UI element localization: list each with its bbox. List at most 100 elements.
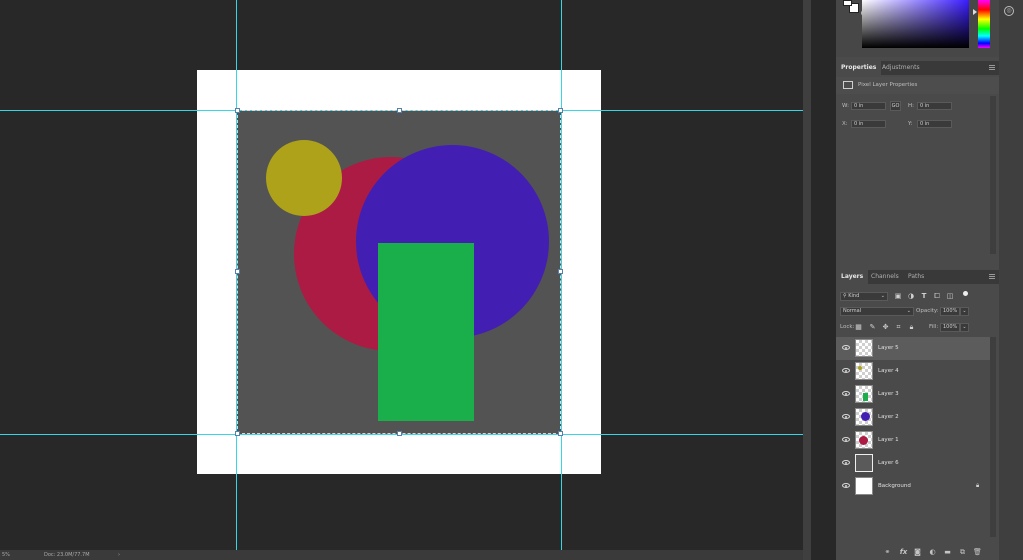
opacity-field[interactable]: 100% bbox=[940, 307, 960, 316]
layers-tabbar: Layers Channels Paths bbox=[836, 270, 999, 284]
layer-thumbnail bbox=[855, 431, 873, 449]
filter-shape-icon[interactable]: ⧠ bbox=[933, 292, 941, 300]
filter-kind-label: Kind bbox=[848, 293, 860, 299]
new-layer-icon[interactable]: ⧉ bbox=[958, 548, 967, 556]
fill-dropdown-button[interactable]: ⌄ bbox=[960, 323, 969, 332]
properties-menu-icon[interactable] bbox=[989, 65, 995, 70]
hue-slider[interactable] bbox=[978, 0, 990, 48]
handle-bottom-right[interactable] bbox=[558, 431, 563, 436]
tab-adjustments[interactable]: Adjustments bbox=[877, 61, 925, 75]
thumb-crimson-circle bbox=[859, 436, 868, 445]
layer-filter-kind[interactable]: ⚲ Kind ⌄ bbox=[840, 292, 888, 301]
filter-pixel-icon[interactable]: ▣ bbox=[894, 292, 902, 300]
x-label: X: bbox=[842, 121, 848, 127]
layers-scrollbar[interactable] bbox=[990, 337, 996, 537]
layer-thumbnail bbox=[855, 385, 873, 403]
libraries-icon[interactable]: ◎ bbox=[1004, 6, 1014, 16]
height-field[interactable]: 0 in bbox=[917, 102, 952, 110]
adjustment-icon[interactable]: ◐ bbox=[928, 548, 937, 556]
properties-scrollbar[interactable] bbox=[990, 96, 996, 254]
tab-paths[interactable]: Paths bbox=[903, 270, 929, 284]
filter-smart-object-icon[interactable]: ◫ bbox=[946, 292, 954, 300]
document-canvas-area[interactable] bbox=[0, 0, 803, 550]
layer-row-layer-5[interactable]: Layer 5 bbox=[836, 337, 990, 360]
search-icon: ⚲ bbox=[843, 293, 847, 299]
w-label: W: bbox=[842, 103, 849, 109]
trash-icon[interactable]: 🗑︎ bbox=[973, 548, 982, 556]
folder-icon[interactable]: ▬ bbox=[943, 548, 952, 556]
visibility-eye-icon[interactable] bbox=[842, 345, 850, 350]
visibility-eye-icon[interactable] bbox=[842, 414, 850, 419]
filter-toggle-icon[interactable] bbox=[963, 291, 968, 296]
lock-position-icon[interactable]: ✥ bbox=[882, 323, 889, 331]
filter-type-icon[interactable]: T bbox=[920, 292, 928, 300]
layer-row-layer-6[interactable]: Layer 6 bbox=[836, 452, 990, 475]
status-arrow-button[interactable]: › bbox=[118, 550, 120, 560]
layer-row-layer-2[interactable]: Layer 2 bbox=[836, 406, 990, 429]
fill-field[interactable]: 100% bbox=[940, 323, 960, 332]
width-field[interactable]: 0 in bbox=[851, 102, 886, 110]
layer-row-layer-1[interactable]: Layer 1 bbox=[836, 429, 990, 452]
tab-layers[interactable]: Layers bbox=[836, 270, 869, 284]
handle-middle-left[interactable] bbox=[235, 269, 240, 274]
color-field[interactable] bbox=[862, 0, 969, 48]
thumb-purple-circle bbox=[861, 412, 870, 421]
layer-row-layer-3[interactable]: Layer 3 bbox=[836, 383, 990, 406]
y-field[interactable]: 0 in bbox=[917, 120, 952, 128]
background-lock-icon[interactable]: 🔒︎ bbox=[976, 483, 982, 489]
handle-top-left[interactable] bbox=[235, 108, 240, 113]
foreground-color-swatch[interactable] bbox=[843, 0, 852, 6]
layer-name[interactable]: Layer 5 bbox=[878, 337, 899, 360]
layer-name[interactable]: Background bbox=[878, 475, 911, 498]
fill-label: Fill: bbox=[929, 324, 939, 330]
link-icon[interactable]: ⚭ bbox=[883, 548, 892, 556]
layer-row-layer-4[interactable]: Layer 4 bbox=[836, 360, 990, 383]
tab-channels[interactable]: Channels bbox=[866, 270, 904, 284]
visibility-eye-icon[interactable] bbox=[842, 483, 850, 488]
lock-all-icon[interactable]: 🔒︎ bbox=[908, 323, 915, 331]
panel-dock-edge bbox=[803, 0, 811, 560]
lock-transparency-icon[interactable]: ▦ bbox=[855, 323, 862, 331]
h-label: H: bbox=[908, 103, 914, 109]
tab-properties[interactable]: Properties bbox=[836, 61, 882, 75]
visibility-eye-icon[interactable] bbox=[842, 460, 850, 465]
visibility-eye-icon[interactable] bbox=[842, 368, 850, 373]
hue-slider-arrow-icon[interactable] bbox=[973, 9, 977, 15]
visibility-eye-icon[interactable] bbox=[842, 391, 850, 396]
blend-mode-value: Normal bbox=[843, 308, 862, 314]
handle-bottom-center[interactable] bbox=[397, 431, 402, 436]
layer-row-background[interactable]: Background 🔒︎ bbox=[836, 475, 990, 498]
blend-mode-select[interactable]: Normal ⌄ bbox=[840, 307, 914, 316]
visibility-eye-icon[interactable] bbox=[842, 437, 850, 442]
layers-menu-icon[interactable] bbox=[989, 274, 995, 279]
mask-icon[interactable]: ◙ bbox=[913, 548, 922, 556]
handle-middle-right[interactable] bbox=[558, 269, 563, 274]
lock-artboard-icon[interactable]: ⌗ bbox=[895, 323, 902, 331]
layer-thumbnail bbox=[855, 362, 873, 380]
doc-size: Doc: 23.0M/77.7M bbox=[44, 552, 90, 558]
layer-thumbnail bbox=[855, 477, 873, 495]
thumb-green-rect bbox=[863, 393, 868, 401]
lock-image-pixels-icon[interactable]: ✎ bbox=[869, 323, 876, 331]
layer-thumbnail bbox=[855, 339, 873, 357]
guide-vertical-right bbox=[561, 0, 562, 550]
opacity-dropdown-button[interactable]: ⌄ bbox=[960, 307, 969, 316]
pixel-layer-icon bbox=[843, 81, 853, 89]
handle-top-right[interactable] bbox=[558, 108, 563, 113]
x-field[interactable]: 0 in bbox=[851, 120, 886, 128]
layer-name[interactable]: Layer 1 bbox=[878, 429, 899, 452]
handle-top-center[interactable] bbox=[397, 108, 402, 113]
fx-icon[interactable]: fx bbox=[899, 548, 908, 556]
y-label: Y: bbox=[908, 121, 913, 127]
layer-name[interactable]: Layer 2 bbox=[878, 406, 899, 429]
handle-bottom-left[interactable] bbox=[235, 431, 240, 436]
opacity-label: Opacity: bbox=[916, 308, 939, 314]
link-dimensions-button[interactable]: GO bbox=[890, 101, 901, 111]
zoom-level[interactable]: 5% bbox=[2, 550, 10, 560]
layer-name[interactable]: Layer 3 bbox=[878, 383, 899, 406]
filter-adjustment-icon[interactable]: ◑ bbox=[907, 292, 915, 300]
layer-name[interactable]: Layer 6 bbox=[878, 452, 899, 475]
transform-selection[interactable] bbox=[237, 110, 561, 434]
thumb-olive-dot bbox=[858, 366, 862, 370]
layer-name[interactable]: Layer 4 bbox=[878, 360, 899, 383]
